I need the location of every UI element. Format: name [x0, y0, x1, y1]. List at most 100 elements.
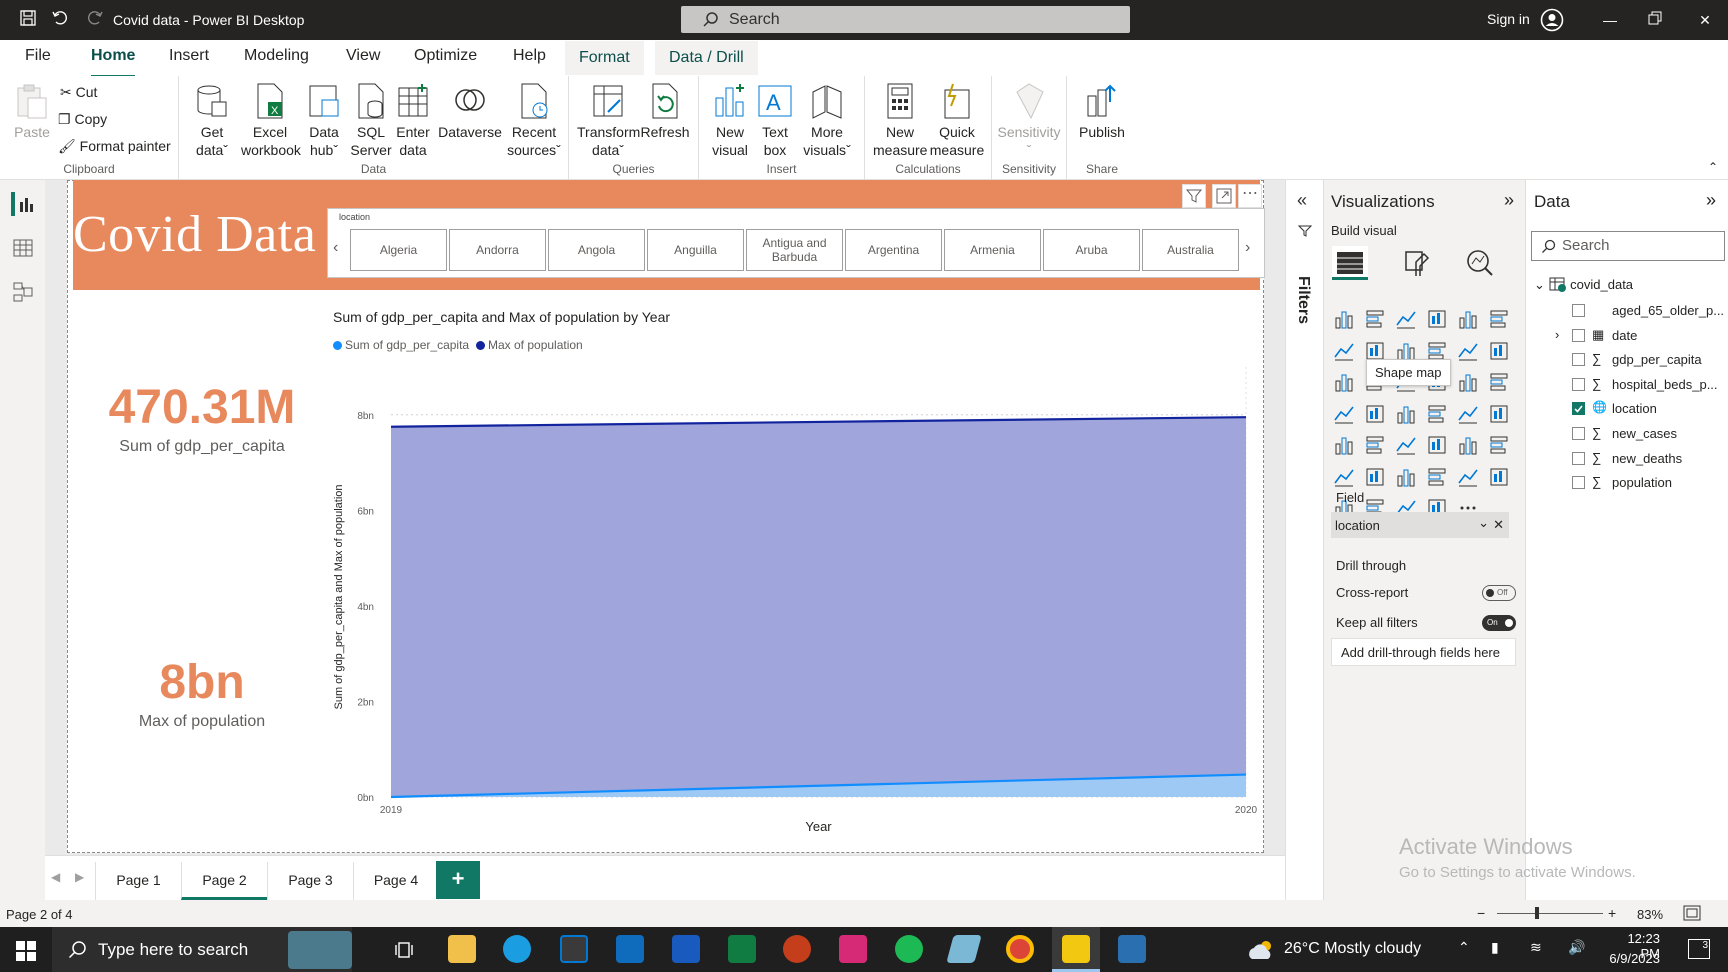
collapse-ribbon-icon[interactable]: ⌃ — [1708, 160, 1718, 174]
table-node-covid-data[interactable]: ⌄ covid_data — [1534, 276, 1633, 293]
account-icon[interactable] — [1540, 8, 1564, 37]
filters-pane-collapsed[interactable]: « Filters — [1285, 180, 1323, 900]
remove-field-icon[interactable]: ✕ — [1493, 517, 1504, 533]
taskbar-search-box[interactable]: Type here to search — [52, 927, 352, 972]
data-hub-button[interactable]: Data hubˇ — [301, 82, 347, 159]
cross-report-toggle[interactable]: Off — [1482, 585, 1516, 601]
slicer-item[interactable]: Australia — [1142, 229, 1239, 271]
visual-type-icon[interactable] — [1333, 403, 1355, 425]
visual-type-icon[interactable] — [1488, 403, 1510, 425]
format-painter-button[interactable]: 🖌 Format painter — [58, 138, 171, 155]
visual-type-icon[interactable] — [1457, 434, 1479, 456]
model-view-icon[interactable] — [11, 280, 35, 304]
filter-visual-icon[interactable] — [1182, 184, 1206, 208]
wifi-icon[interactable]: ≋ — [1530, 939, 1542, 956]
cut-button[interactable]: ✂ Cut — [60, 84, 97, 101]
page-tab[interactable]: Page 4 — [353, 862, 439, 900]
collapse-data-icon[interactable]: » — [1706, 190, 1716, 211]
recent-sources-button[interactable]: Recent sourcesˇ — [503, 82, 565, 159]
dataverse-button[interactable]: Dataverse — [435, 82, 505, 141]
slicer-item[interactable]: Aruba — [1043, 229, 1140, 271]
visual-type-icon[interactable] — [1488, 308, 1510, 330]
excel-workbook-button[interactable]: X Excel workbook — [241, 82, 301, 159]
zoom-slider-thumb[interactable] — [1535, 907, 1539, 919]
tab-data-drill[interactable]: Data / Drill — [655, 41, 758, 75]
visual-type-icon[interactable] — [1333, 340, 1355, 362]
page-prev-icon[interactable]: ◀ — [51, 870, 60, 884]
page-tab-active[interactable]: Page 2 — [181, 862, 267, 900]
battery-icon[interactable]: ▮ — [1491, 939, 1499, 956]
visual-type-icon[interactable] — [1364, 434, 1386, 456]
undo-icon[interactable] — [49, 9, 71, 31]
visual-type-icon[interactable] — [1457, 340, 1479, 362]
chrome-icon[interactable] — [1006, 935, 1034, 963]
visual-type-icon[interactable] — [1395, 434, 1417, 456]
new-visual-button[interactable]: New visual — [709, 82, 751, 159]
add-drill-through-well[interactable]: Add drill-through fields here — [1331, 638, 1516, 666]
slicer-item[interactable]: Anguilla — [647, 229, 744, 271]
visual-type-icon[interactable] — [1426, 434, 1448, 456]
field-checkbox[interactable] — [1572, 476, 1585, 490]
powerpoint-icon[interactable] — [783, 935, 811, 963]
get-data-button[interactable]: Get dataˇ — [189, 82, 235, 159]
slicer-item[interactable]: Andorra — [449, 229, 546, 271]
visual-type-icon[interactable] — [1426, 308, 1448, 330]
slicer-item[interactable]: Algeria — [350, 229, 447, 271]
slicer-item[interactable]: Angola — [548, 229, 645, 271]
visual-type-icon[interactable] — [1395, 466, 1417, 488]
file-explorer-icon[interactable] — [448, 935, 476, 963]
visual-type-icon[interactable] — [1488, 371, 1510, 393]
edge-icon[interactable] — [503, 935, 531, 963]
tab-home[interactable]: Home — [91, 47, 136, 78]
transform-data-button[interactable]: Transform dataˇ — [577, 82, 640, 159]
field-checkbox[interactable] — [1572, 377, 1585, 391]
powerbi-taskbar-button[interactable] — [1052, 927, 1100, 972]
save-icon[interactable] — [17, 9, 39, 31]
visual-type-icon[interactable] — [1395, 308, 1417, 330]
clock-date[interactable]: 6/9/2023 — [1600, 951, 1660, 966]
visual-type-icon[interactable] — [1333, 371, 1355, 393]
more-visuals-button[interactable]: More visualsˇ — [799, 82, 855, 159]
spotify-icon[interactable] — [895, 935, 923, 963]
restore-icon[interactable] — [1645, 10, 1665, 30]
add-page-button[interactable]: + — [436, 861, 480, 899]
legend-item-gdp[interactable]: Sum of gdp_per_capita — [333, 338, 469, 352]
legend-item-population[interactable]: Max of population — [476, 338, 583, 352]
tab-help[interactable]: Help — [513, 47, 546, 73]
close-icon[interactable]: ✕ — [1695, 10, 1715, 30]
visual-type-icon[interactable] — [1364, 308, 1386, 330]
report-view-icon[interactable] — [11, 192, 35, 216]
visual-type-icon[interactable] — [1426, 403, 1448, 425]
sign-in-link[interactable]: Sign in — [1487, 11, 1530, 27]
collapse-viz-icon[interactable]: » — [1504, 190, 1514, 211]
fit-page-icon[interactable] — [1683, 905, 1701, 921]
page-next-icon[interactable]: ▶ — [75, 870, 84, 884]
visual-type-icon[interactable] — [1426, 466, 1448, 488]
tab-insert[interactable]: Insert — [169, 47, 209, 73]
word-icon[interactable] — [672, 935, 700, 963]
field-checkbox[interactable] — [1572, 304, 1585, 317]
sql-server-button[interactable]: SQL Server — [349, 82, 393, 159]
build-visual-tab[interactable] — [1332, 246, 1368, 280]
expand-left-icon[interactable]: « — [1297, 190, 1307, 211]
field-checkbox[interactable] — [1572, 328, 1585, 342]
field-checkbox[interactable] — [1572, 451, 1585, 465]
slicer-item[interactable]: Armenia — [944, 229, 1041, 271]
slicer-item[interactable]: Argentina — [845, 229, 942, 271]
chevron-right-icon[interactable]: › — [1555, 327, 1559, 342]
analytics-icon[interactable] — [1464, 248, 1494, 278]
visual-type-icon[interactable] — [1488, 466, 1510, 488]
store-icon[interactable] — [560, 935, 588, 963]
field-checkbox[interactable] — [1572, 427, 1585, 440]
photos-icon[interactable] — [1118, 935, 1146, 963]
redo-icon[interactable] — [84, 9, 106, 31]
quick-measure-button[interactable]: Quick measure — [927, 82, 987, 159]
zoom-out-icon[interactable]: − — [1477, 905, 1485, 921]
field-checkbox[interactable] — [1572, 353, 1585, 367]
format-visual-icon[interactable] — [1402, 248, 1432, 278]
more-options-icon[interactable]: ⋯ — [1238, 184, 1262, 208]
keep-filters-toggle[interactable]: On — [1482, 615, 1516, 631]
publish-button[interactable]: Publish — [1072, 82, 1132, 141]
visual-type-icon[interactable] — [1457, 403, 1479, 425]
tab-file[interactable]: File — [25, 47, 51, 73]
